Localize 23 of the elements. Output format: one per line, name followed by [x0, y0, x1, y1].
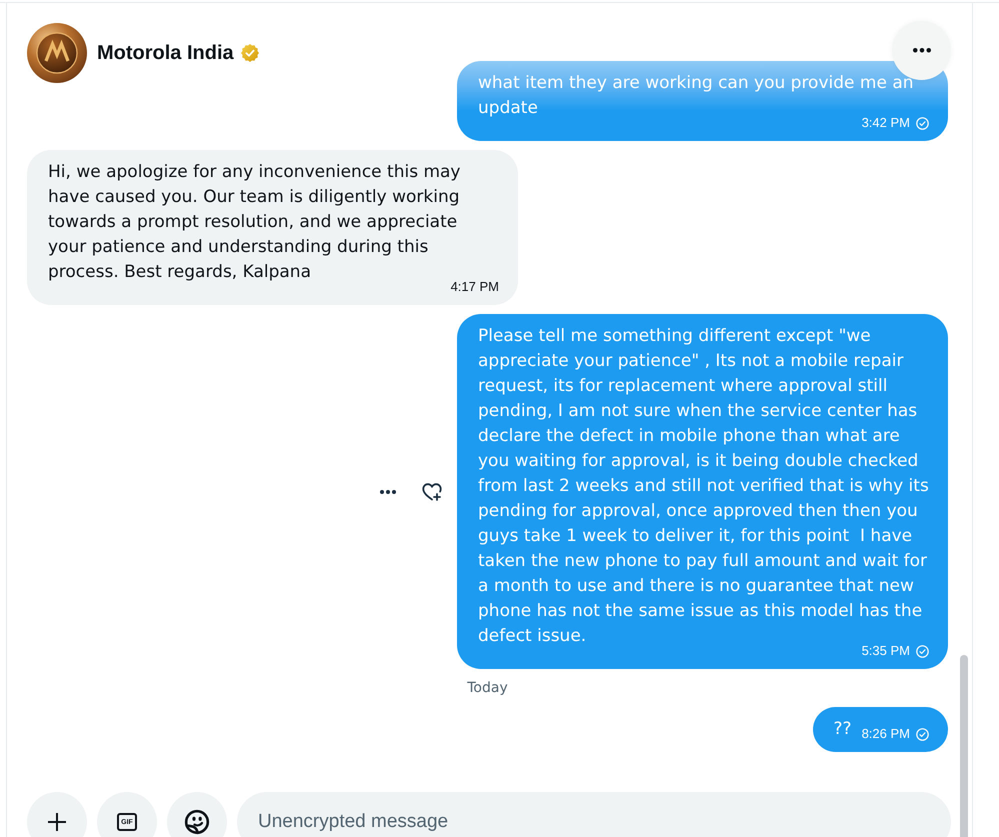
ellipsis-icon[interactable]	[912, 48, 930, 53]
plus-icon	[47, 812, 67, 832]
message-text: Please tell me something different except "we appreciate your patience" , Its not a mobile repair request, its for replacement where approval still pending, I am not sure when the service center has declare the defect in mobile phone than what are you waiting for approval, is it being double checked from last 2 weeks and still not verified that is why its pending for approval, once approved then then you guys take 1 week to deliver it, for this point I have taken the new phone to pay full amount and wait for a month to use and there is no guarantee that new phone has not the same issue as this model has the defect issue.	[478, 325, 929, 646]
smiley-icon	[184, 809, 210, 835]
message-text: Hi, we apologize for any inconvenience this may have caused you. Our team is diligently working towards a prompt resolution, and we appreciate your patience and understanding during this process. Best regards, Kalpana	[48, 161, 462, 282]
ellipsis-icon[interactable]	[380, 490, 396, 494]
message-time: 3:42 PM	[862, 115, 910, 131]
check-circle-icon	[916, 728, 929, 740]
scrollbar-thumb[interactable]	[960, 655, 968, 837]
emoji-button[interactable]	[167, 792, 227, 837]
logo-icon	[27, 23, 87, 83]
message-time: 5:35 PM	[862, 643, 910, 659]
check-circle-icon	[916, 644, 929, 658]
message-text: what item they are working can you provide me an update	[478, 72, 915, 118]
message-text: ??	[834, 718, 852, 741]
message-input[interactable]: Unencrypted message	[237, 792, 951, 837]
contact-name: Motorola India	[97, 41, 234, 66]
heart-plus-icon[interactable]	[422, 482, 442, 500]
message-time: 8:26 PM	[862, 726, 910, 742]
add-button[interactable]	[27, 792, 87, 837]
message-time: 4:17 PM	[450, 279, 499, 295]
check-circle-icon	[916, 116, 929, 130]
date-divider-label: Today	[467, 679, 508, 698]
